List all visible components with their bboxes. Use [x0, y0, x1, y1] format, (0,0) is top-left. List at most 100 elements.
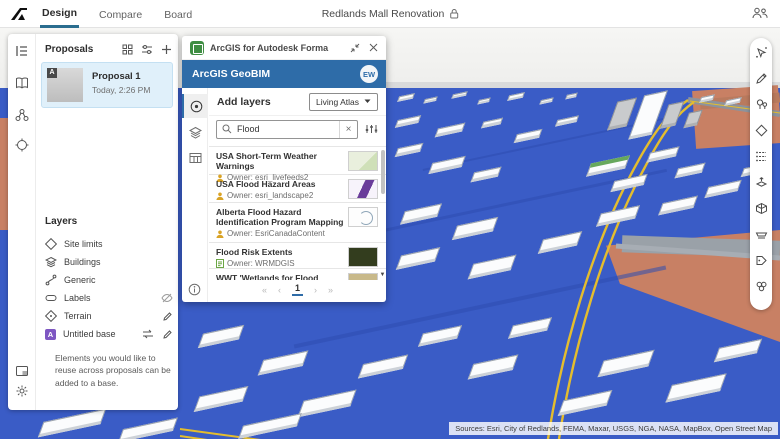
- collapse-icon[interactable]: [346, 39, 364, 57]
- result-thumbnail: [348, 273, 378, 280]
- base-a-badge: A: [47, 68, 57, 78]
- layer-row-site-limits[interactable]: Site limits: [45, 236, 173, 252]
- layer-row-buildings[interactable]: Buildings: [45, 254, 173, 270]
- tag-icon[interactable]: [755, 254, 768, 267]
- chevron-down-icon: [364, 99, 371, 104]
- owner-file-icon: [216, 259, 224, 268]
- library-book-icon[interactable]: [15, 76, 29, 90]
- cube-icon[interactable]: [755, 202, 768, 215]
- edit-pencil-icon[interactable]: [162, 329, 173, 340]
- lock-icon[interactable]: [449, 9, 458, 19]
- result-row[interactable]: USA Flood Hazard Areas Owner: esri_lands…: [209, 175, 386, 203]
- geolocation-icon[interactable]: [15, 138, 29, 152]
- integrations-nodes-icon[interactable]: [15, 108, 29, 122]
- levels-list-icon[interactable]: [755, 150, 768, 163]
- search-filter-icon[interactable]: [365, 123, 378, 135]
- tab-design[interactable]: Design: [40, 0, 79, 28]
- owner-person-icon: [216, 192, 224, 200]
- layers-title: Layers: [45, 216, 77, 227]
- next-page-icon[interactable]: ›: [314, 285, 317, 295]
- search-box[interactable]: ×: [216, 120, 358, 139]
- panel-list-icon[interactable]: [15, 44, 29, 58]
- extrude-box-icon[interactable]: [755, 176, 768, 189]
- tab-board[interactable]: Board: [162, 1, 194, 27]
- search-results-list: USA Short-Term Weather Warnings Owner: e…: [209, 146, 386, 280]
- layer-row-labels[interactable]: Labels: [45, 290, 173, 306]
- info-icon[interactable]: [188, 283, 201, 296]
- layer-row-untitled-base[interactable]: A Untitled base: [45, 326, 173, 342]
- right-toolbar: [750, 38, 772, 310]
- dialog-rail: [182, 88, 208, 302]
- layers-hint-text: Elements you would like to reuse across …: [55, 352, 171, 389]
- dialog-title: ArcGIS for Autodesk Forma: [210, 43, 346, 53]
- left-panel-content: Proposals A Proposal 1 Today, 2:26 PM La…: [37, 34, 178, 410]
- clear-search-icon[interactable]: ×: [339, 121, 357, 138]
- results-scrollbar[interactable]: [381, 150, 385, 194]
- geobim-app-bar: ArcGIS GeoBIM EW: [182, 60, 386, 88]
- minimap-icon[interactable]: [15, 364, 29, 378]
- arcgis-app-icon: [190, 41, 204, 55]
- left-panel-rail: [8, 34, 36, 410]
- tab-compare[interactable]: Compare: [97, 1, 144, 27]
- result-row[interactable]: WWT 'Wetlands for Flood Resilience': [209, 269, 386, 280]
- add-data-icon[interactable]: [182, 94, 208, 118]
- first-page-icon[interactable]: «: [262, 285, 267, 295]
- dialog-titlebar[interactable]: ArcGIS for Autodesk Forma: [182, 36, 386, 60]
- autodesk-logo-icon: [10, 7, 28, 21]
- trees-cluster-icon[interactable]: [755, 280, 768, 293]
- buildings-icon: [45, 256, 57, 268]
- visibility-off-icon[interactable]: [161, 293, 173, 303]
- base-badge-icon: A: [45, 329, 56, 340]
- draw-pencil-icon[interactable]: [755, 72, 768, 85]
- search-icon: [222, 124, 232, 134]
- search-input[interactable]: [237, 124, 337, 134]
- terrain-icon: [45, 310, 57, 322]
- arcgis-dialog: ArcGIS for Autodesk Forma ArcGIS GeoBIM …: [182, 36, 386, 302]
- current-page[interactable]: 1: [292, 283, 303, 296]
- left-panel: Proposals A Proposal 1 Today, 2:26 PM La…: [8, 34, 178, 410]
- table-icon[interactable]: [182, 146, 208, 170]
- site-limit-icon[interactable]: [755, 124, 768, 137]
- result-thumbnail: [348, 151, 378, 171]
- last-page-icon[interactable]: »: [328, 285, 333, 295]
- filter-sliders-icon[interactable]: [141, 44, 153, 55]
- proposals-title: Proposals: [45, 44, 93, 55]
- project-title: Redlands Mall Renovation: [322, 8, 459, 20]
- proposal-name: Proposal 1: [92, 71, 141, 82]
- result-thumbnail: [348, 179, 378, 199]
- proposal-thumbnail: A: [47, 68, 83, 102]
- owner-person-icon: [216, 230, 224, 238]
- road-layers-icon[interactable]: [755, 228, 768, 241]
- map-attribution: Sources: Esri, City of Redlands, FEMA, M…: [449, 422, 778, 435]
- add-layers-title: Add layers: [217, 96, 309, 108]
- source-selector-dropdown[interactable]: Living Atlas: [309, 93, 378, 111]
- scroll-down-arrow-icon[interactable]: ▼: [379, 272, 386, 279]
- top-bar: Design Compare Board Redlands Mall Renov…: [0, 0, 780, 28]
- proposal-item[interactable]: A Proposal 1 Today, 2:26 PM: [41, 62, 173, 108]
- edit-pencil-icon[interactable]: [162, 311, 173, 322]
- result-row[interactable]: Alberta Flood Hazard Identification Prog…: [209, 203, 386, 243]
- layer-row-terrain[interactable]: Terrain: [45, 308, 173, 324]
- site-limits-icon: [45, 238, 57, 250]
- result-row[interactable]: USA Short-Term Weather Warnings Owner: e…: [209, 147, 386, 175]
- layers-stack-icon[interactable]: [182, 120, 208, 144]
- close-icon[interactable]: [364, 39, 382, 57]
- collaborators-icon[interactable]: [752, 7, 768, 19]
- proposal-date: Today, 2:26 PM: [92, 85, 150, 95]
- add-proposal-icon[interactable]: [161, 44, 172, 55]
- prev-page-icon[interactable]: ‹: [278, 285, 281, 295]
- user-avatar[interactable]: EW: [360, 65, 378, 83]
- smart-select-icon[interactable]: [755, 46, 768, 59]
- geobim-title: ArcGIS GeoBIM: [192, 68, 360, 80]
- result-thumbnail: [348, 207, 378, 227]
- generic-path-icon: [45, 274, 57, 286]
- layer-row-generic[interactable]: Generic: [45, 272, 173, 288]
- result-row[interactable]: Flood Risk Extents Owner: WRMDGIS: [209, 243, 386, 269]
- swap-icon[interactable]: [142, 329, 154, 339]
- labels-icon: [45, 292, 57, 304]
- result-thumbnail: [348, 247, 378, 267]
- settings-gear-icon[interactable]: [15, 384, 29, 398]
- pagination: « ‹ 1 › »: [209, 283, 386, 296]
- grid-view-icon[interactable]: [122, 44, 133, 55]
- vegetation-icon[interactable]: [755, 98, 768, 111]
